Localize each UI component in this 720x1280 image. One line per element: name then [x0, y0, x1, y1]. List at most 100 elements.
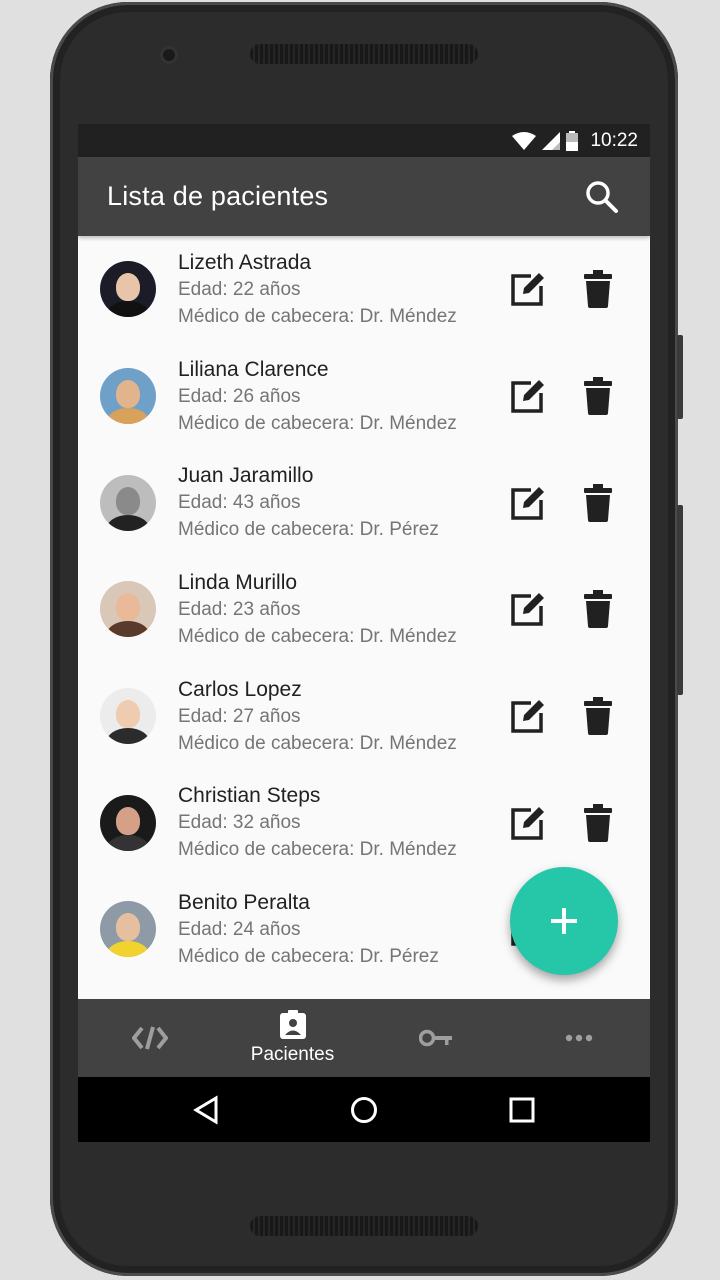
- avatar-body: [106, 621, 150, 638]
- patient-name: Benito Peralta: [178, 890, 310, 914]
- patient-info: Christian Steps Edad: 32 años Médico de …: [178, 782, 508, 863]
- signal-icon: [542, 131, 561, 150]
- edit-icon: [511, 273, 544, 307]
- patient-info: Lizeth Astrada Edad: 22 años Médico de c…: [178, 249, 508, 330]
- avatar-face: [116, 913, 140, 942]
- delete-button[interactable]: [578, 803, 618, 843]
- delete-button[interactable]: [578, 483, 618, 523]
- patient-row[interactable]: Liliana Clarence Edad: 26 años Médico de…: [78, 343, 650, 450]
- avatar: [100, 688, 156, 745]
- patient-info: Benito Peralta Edad: 24 años Médico de c…: [178, 889, 508, 970]
- row-actions: [508, 483, 618, 523]
- trash-icon: [584, 270, 612, 309]
- patient-doctor: Médico de cabecera: Dr. Méndez: [178, 839, 457, 861]
- patient-age: Edad: 43 años: [178, 492, 301, 514]
- patient-info: Liliana Clarence Edad: 26 años Médico de…: [178, 356, 508, 437]
- row-actions: [508, 376, 618, 416]
- nav-item-key[interactable]: [364, 999, 507, 1077]
- add-patient-button[interactable]: [510, 867, 618, 975]
- nav-item-more[interactable]: [507, 999, 650, 1077]
- delete-button[interactable]: [578, 376, 618, 416]
- edit-button[interactable]: [508, 589, 548, 629]
- edit-button[interactable]: [508, 376, 548, 416]
- patient-doctor: Médico de cabecera: Dr. Pérez: [178, 945, 439, 967]
- patient-row[interactable]: Carlos Lopez Edad: 27 años Médico de cab…: [78, 663, 650, 770]
- edit-button[interactable]: [508, 269, 548, 309]
- avatar-face: [116, 593, 140, 622]
- patient-doctor: Médico de cabecera: Dr. Méndez: [178, 412, 457, 434]
- trash-icon: [584, 697, 612, 736]
- search-button[interactable]: [582, 177, 622, 217]
- patient-row[interactable]: Lizeth Astrada Edad: 22 años Médico de c…: [78, 236, 650, 343]
- trash-icon: [584, 377, 612, 416]
- avatar-face: [116, 700, 140, 729]
- avatar: [100, 901, 156, 958]
- system-navigation-bar: [78, 1077, 650, 1142]
- search-icon: [586, 180, 618, 213]
- edit-button[interactable]: [508, 696, 548, 736]
- row-actions: [508, 269, 618, 309]
- avatar: [100, 474, 156, 531]
- avatar-body: [106, 728, 150, 745]
- patient-name: Juan Jaramillo: [178, 464, 314, 488]
- nav-label-pacientes: Pacientes: [250, 1044, 335, 1065]
- plus-icon: [551, 908, 577, 934]
- power-button: [677, 335, 683, 419]
- more-icon: [565, 1034, 592, 1042]
- bottom-navigation: Pacientes: [78, 999, 650, 1077]
- edit-icon: [511, 380, 544, 413]
- row-actions: [508, 696, 618, 736]
- patient-card-icon: [279, 1010, 306, 1039]
- bottom-speaker: [250, 1216, 478, 1236]
- patient-row[interactable]: Linda Murillo Edad: 23 años Médico de ca…: [78, 556, 650, 663]
- patient-info: Linda Murillo Edad: 23 años Médico de ca…: [178, 569, 508, 650]
- edit-button[interactable]: [508, 483, 548, 523]
- nav-item-code[interactable]: [78, 999, 221, 1077]
- home-icon[interactable]: [349, 1095, 379, 1125]
- edit-icon: [511, 486, 544, 520]
- avatar-body: [106, 834, 150, 851]
- edit-button[interactable]: [508, 803, 548, 843]
- status-time: 10:22: [590, 129, 638, 151]
- patient-doctor: Médico de cabecera: Dr. Méndez: [178, 732, 457, 754]
- avatar-face: [116, 486, 140, 515]
- patient-name: Carlos Lopez: [178, 677, 302, 701]
- code-icon: [131, 1026, 168, 1050]
- top-speaker: [250, 44, 478, 64]
- edit-icon: [511, 806, 544, 840]
- avatar: [100, 261, 156, 318]
- back-icon[interactable]: [192, 1094, 220, 1125]
- patient-name: Liliana Clarence: [178, 357, 329, 381]
- avatar-face: [116, 380, 140, 409]
- page-title: Lista de pacientes: [107, 181, 329, 211]
- screen: 10:22 Lista de pacientes Lizeth Astrada …: [78, 124, 650, 1142]
- nav-item-pacientes[interactable]: Pacientes: [221, 999, 364, 1077]
- patient-age: Edad: 27 años: [178, 705, 301, 727]
- avatar: [100, 794, 156, 851]
- avatar-body: [106, 941, 150, 958]
- delete-button[interactable]: [578, 269, 618, 309]
- patient-doctor: Médico de cabecera: Dr. Méndez: [178, 625, 457, 647]
- wifi-icon: [512, 131, 537, 150]
- delete-button[interactable]: [578, 696, 618, 736]
- patient-name: Christian Steps: [178, 784, 321, 808]
- status-bar: 10:22: [78, 124, 650, 157]
- avatar-face: [116, 806, 140, 835]
- patient-row[interactable]: Juan Jaramillo Edad: 43 años Médico de c…: [78, 449, 650, 556]
- avatar-body: [106, 408, 150, 425]
- patient-age: Edad: 32 años: [178, 812, 301, 834]
- volume-button: [677, 505, 683, 695]
- recents-icon[interactable]: [508, 1096, 536, 1124]
- patient-doctor: Médico de cabecera: Dr. Pérez: [178, 519, 439, 541]
- patient-age: Edad: 26 años: [178, 385, 301, 407]
- avatar: [100, 368, 156, 425]
- patient-info: Juan Jaramillo Edad: 43 años Médico de c…: [178, 462, 508, 543]
- delete-button[interactable]: [578, 589, 618, 629]
- trash-icon: [584, 803, 612, 842]
- avatar: [100, 581, 156, 638]
- patient-age: Edad: 24 años: [178, 918, 301, 940]
- avatar-body: [106, 301, 150, 318]
- trash-icon: [584, 590, 612, 629]
- key-icon: [418, 1029, 452, 1047]
- patient-row[interactable]: Christian Steps Edad: 32 años Médico de …: [78, 769, 650, 876]
